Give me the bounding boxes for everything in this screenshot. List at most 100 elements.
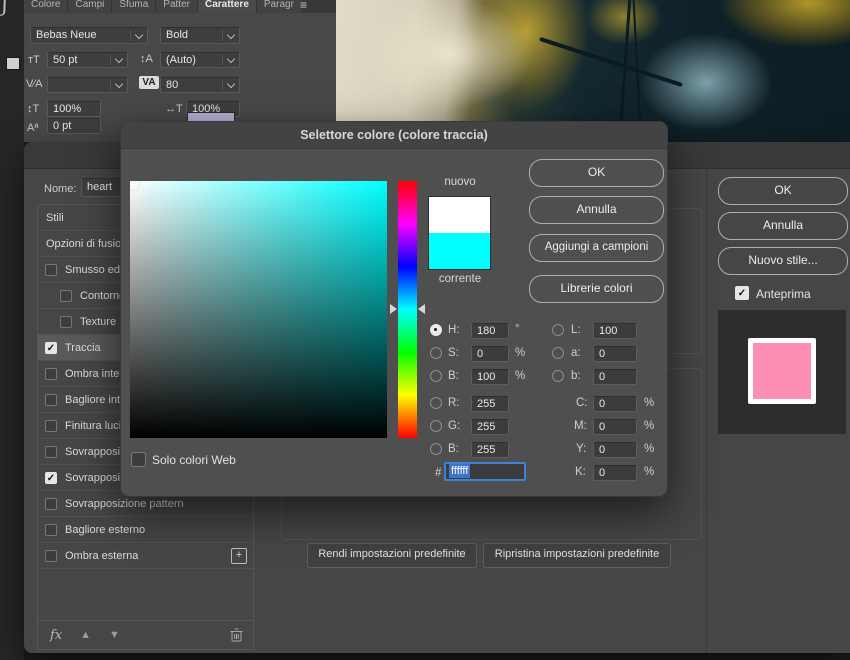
move-down-icon[interactable]: ▼ bbox=[109, 629, 120, 641]
tab-carattere[interactable]: Carattere bbox=[198, 0, 257, 13]
style-preview-shape bbox=[748, 338, 816, 404]
hue-slider[interactable] bbox=[398, 181, 417, 438]
b2-field[interactable]: 255 bbox=[471, 442, 509, 458]
style-checkbox[interactable] bbox=[60, 316, 72, 328]
new-color-label: nuovo bbox=[410, 176, 510, 188]
move-up-icon[interactable]: ▲ bbox=[80, 629, 91, 641]
color-picker-dialog: Selettore colore (colore traccia) nuovo … bbox=[120, 121, 668, 497]
g-field[interactable]: 255 bbox=[471, 419, 509, 435]
ok-button[interactable]: OK bbox=[718, 177, 848, 205]
font-family-value: Bebas Neue bbox=[36, 29, 97, 41]
style-checkbox[interactable] bbox=[45, 446, 57, 458]
add-to-swatches-button[interactable]: Aggiungi a campioni bbox=[529, 234, 664, 262]
style-row[interactable]: Bagliore esterno bbox=[38, 517, 253, 543]
color-picker-titlebar[interactable]: Selettore colore (colore traccia) bbox=[121, 122, 667, 149]
vertical-scale-value: 100% bbox=[53, 103, 81, 115]
style-row[interactable]: Ombra esterna+ bbox=[38, 543, 253, 569]
reset-default-button[interactable]: Ripristina impostazioni predefinite bbox=[483, 543, 671, 568]
tab-sfumature[interactable]: Sfuma bbox=[112, 0, 156, 13]
font-style-select[interactable]: Bold bbox=[160, 27, 240, 44]
fx-icon[interactable]: fx bbox=[50, 628, 62, 643]
style-row-label: Stili bbox=[46, 212, 64, 224]
picker-cancel-button[interactable]: Annulla bbox=[529, 196, 664, 224]
color-field-marker[interactable] bbox=[130, 181, 140, 191]
tracking-select[interactable]: 80 bbox=[160, 77, 240, 93]
tab-paragrafo[interactable]: Paragr bbox=[257, 0, 302, 13]
style-checkbox[interactable]: ✓ bbox=[45, 342, 57, 354]
style-checkbox[interactable] bbox=[45, 420, 57, 432]
panel-menu-icon[interactable]: ≡ bbox=[300, 0, 316, 12]
style-checkbox[interactable] bbox=[45, 368, 57, 380]
duplicate-effect-icon[interactable]: + bbox=[231, 548, 247, 564]
make-default-button[interactable]: Rendi impostazioni predefinite bbox=[307, 543, 477, 568]
preview-checkbox[interactable]: ✓ bbox=[735, 286, 749, 300]
current-color-label: corrente bbox=[410, 273, 510, 285]
color-libraries-button[interactable]: Librerie colori bbox=[529, 275, 664, 303]
radio-b[interactable] bbox=[430, 370, 442, 382]
kerning-select[interactable] bbox=[47, 77, 128, 93]
h-field[interactable]: 180 bbox=[471, 323, 509, 339]
dialog-divider bbox=[706, 142, 707, 653]
hue-slider-arrow-right[interactable] bbox=[418, 304, 425, 314]
saturation-brightness-field[interactable] bbox=[130, 181, 387, 438]
style-checkbox[interactable] bbox=[60, 290, 72, 302]
y-unit: % bbox=[644, 443, 654, 455]
tab-pattern[interactable]: Patter bbox=[156, 0, 198, 13]
tab-campioni[interactable]: Campi bbox=[68, 0, 112, 13]
style-preview-box bbox=[718, 310, 846, 434]
k-unit: % bbox=[644, 466, 654, 478]
lab-b-field[interactable]: 0 bbox=[593, 369, 637, 385]
cancel-button[interactable]: Annulla bbox=[718, 212, 848, 240]
leading-select[interactable]: (Auto) bbox=[160, 52, 240, 68]
tracking-value: 80 bbox=[166, 79, 178, 91]
radio-lab-b[interactable] bbox=[552, 370, 564, 382]
s-field[interactable]: 0 bbox=[471, 346, 509, 362]
a-field[interactable]: 0 bbox=[593, 346, 637, 362]
k-field[interactable]: 0 bbox=[593, 465, 637, 481]
tab-colore[interactable]: Colore bbox=[24, 0, 68, 13]
style-checkbox[interactable] bbox=[45, 524, 57, 536]
b-label: B: bbox=[448, 370, 459, 382]
m-field[interactable]: 0 bbox=[593, 419, 637, 435]
radio-g[interactable] bbox=[430, 420, 442, 432]
baseline-shift-field[interactable]: 0 pt bbox=[47, 118, 101, 134]
name-label: Nome: bbox=[44, 183, 76, 195]
preview-label: Anteprima bbox=[756, 287, 811, 301]
radio-h[interactable] bbox=[430, 324, 442, 336]
radio-l[interactable] bbox=[552, 324, 564, 336]
radio-a[interactable] bbox=[552, 347, 564, 359]
hex-input[interactable]: ffffff bbox=[444, 462, 526, 481]
style-row-label: Contorno bbox=[80, 290, 125, 302]
picker-ok-button[interactable]: OK bbox=[529, 159, 664, 187]
panel-edge-swatch[interactable] bbox=[6, 57, 20, 70]
kerning-icon: V∕A bbox=[26, 77, 43, 91]
c-field[interactable]: 0 bbox=[593, 396, 637, 412]
style-row-label: Traccia bbox=[65, 342, 101, 354]
font-size-select[interactable]: 50 pt bbox=[47, 52, 128, 68]
chevron-down-icon bbox=[135, 30, 143, 38]
style-checkbox[interactable] bbox=[45, 264, 57, 276]
style-checkbox[interactable]: ✓ bbox=[45, 472, 57, 484]
h-unit: ° bbox=[515, 323, 520, 335]
b-field[interactable]: 100 bbox=[471, 369, 509, 385]
leading-value: (Auto) bbox=[166, 54, 196, 66]
style-checkbox[interactable] bbox=[45, 550, 57, 562]
chevron-down-icon bbox=[227, 55, 235, 63]
font-family-select[interactable]: Bebas Neue bbox=[30, 27, 148, 44]
delete-effect-icon[interactable] bbox=[230, 628, 243, 642]
r-field[interactable]: 255 bbox=[471, 396, 509, 412]
y-field[interactable]: 0 bbox=[593, 442, 637, 458]
chevron-down-icon bbox=[115, 80, 123, 88]
radio-b2[interactable] bbox=[430, 443, 442, 455]
a-label: a: bbox=[571, 347, 581, 359]
style-checkbox[interactable] bbox=[45, 394, 57, 406]
vertical-scale-field[interactable]: 100% bbox=[47, 101, 101, 117]
new-style-button[interactable]: Nuovo stile... bbox=[718, 247, 848, 275]
web-colors-checkbox[interactable] bbox=[131, 452, 146, 467]
hue-slider-arrow-left[interactable] bbox=[390, 304, 397, 314]
style-checkbox[interactable] bbox=[45, 498, 57, 510]
radio-r[interactable] bbox=[430, 397, 442, 409]
l-field[interactable]: 100 bbox=[593, 323, 637, 339]
radio-s[interactable] bbox=[430, 347, 442, 359]
style-row-label: Bagliore esterno bbox=[65, 524, 145, 536]
